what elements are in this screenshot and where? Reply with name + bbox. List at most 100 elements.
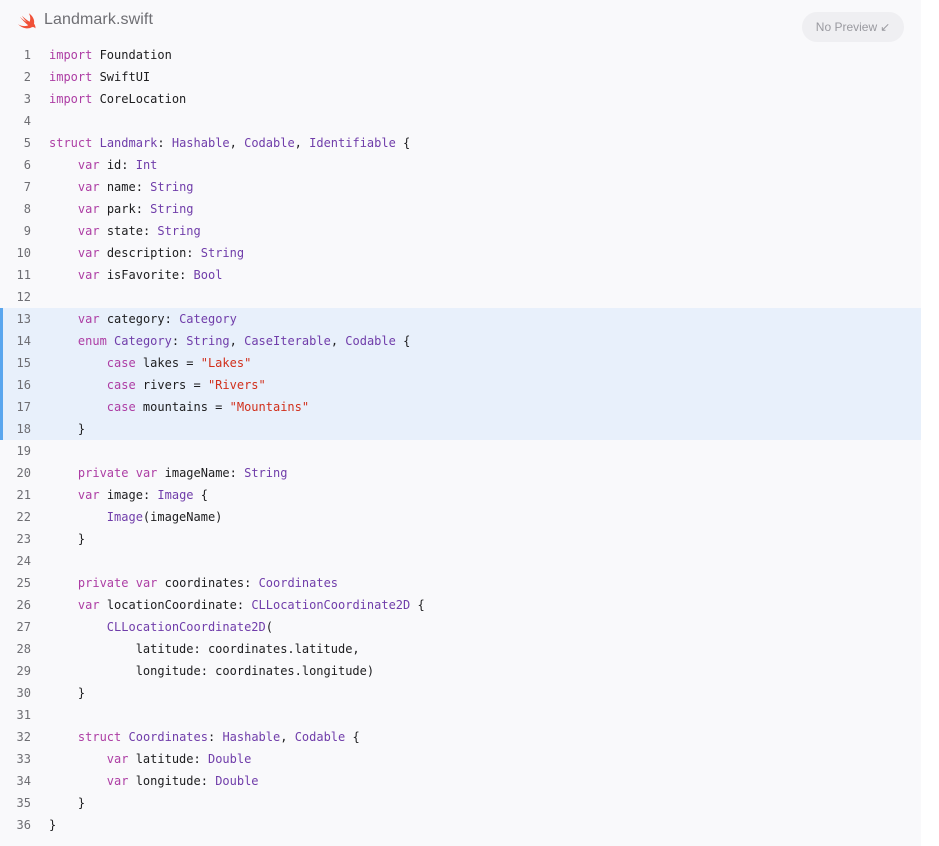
code-token: Codable: [345, 334, 396, 348]
line-number: 1: [23, 48, 31, 62]
code-token: }: [49, 818, 57, 832]
code-token: category:: [99, 312, 180, 326]
code-token: "Mountains": [229, 400, 310, 414]
file-header: Landmark.swift No Preview ↙: [0, 0, 921, 42]
code-line: 33 var latitude: Double: [0, 748, 921, 770]
code-token: CaseIterable: [244, 334, 331, 348]
code-token: park:: [99, 202, 151, 216]
code-line: 20 private var imageName: String: [0, 462, 921, 484]
code-token: Codable: [294, 730, 346, 744]
code-line: 12: [0, 286, 921, 308]
line-code: var state: String: [49, 220, 201, 242]
code-token: Int: [135, 158, 158, 172]
code-line: 11 var isFavorite: Bool: [0, 264, 921, 286]
code-line: 24: [0, 550, 921, 572]
code-line: 3 import CoreLocation: [0, 88, 921, 110]
code-token: private: [77, 466, 129, 480]
code-token: CLLocationCoordinate2D: [106, 620, 266, 634]
no-preview-button[interactable]: No Preview ↙: [802, 12, 904, 42]
line-code: var longitude: Double: [49, 770, 259, 792]
code-line: 2 import SwiftUI: [0, 66, 921, 88]
code-token: var: [106, 752, 129, 766]
code-token: SwiftUI: [92, 70, 151, 84]
line-number: 21: [16, 488, 31, 502]
line-code: import Foundation: [49, 44, 172, 66]
code-token: import: [49, 70, 93, 84]
line-code: var park: String: [49, 198, 194, 220]
line-number: 35: [16, 796, 31, 810]
line-number: 2: [23, 70, 31, 84]
line-number: 24: [16, 554, 31, 568]
line-code: CLLocationCoordinate2D(: [49, 616, 273, 638]
arrow-down-left-icon: ↙: [880, 20, 891, 34]
file-name: Landmark.swift: [44, 11, 153, 28]
line-number: 26: [16, 598, 31, 612]
line-code: var id: Int: [49, 154, 158, 176]
line-code: latitude: coordinates.latitude,: [49, 638, 360, 660]
code-token: name:: [99, 180, 151, 194]
code-line: 21 var image: Image {: [0, 484, 921, 506]
code-token: var: [77, 202, 100, 216]
code-token: String: [200, 246, 245, 260]
line-code: var name: String: [49, 176, 194, 198]
code-token: (: [265, 620, 273, 634]
code-line: 4: [0, 110, 921, 132]
code-line: 31: [0, 704, 921, 726]
code-token: Identifiable: [309, 136, 396, 150]
code-token: Category: [114, 334, 172, 348]
code-token: latitude:: [128, 752, 208, 766]
line-number: 12: [16, 290, 31, 304]
code-token: Image: [106, 510, 143, 524]
line-number: 20: [16, 466, 31, 480]
code-token: state:: [99, 224, 158, 238]
line-number: 28: [16, 642, 31, 656]
code-token: var: [135, 466, 158, 480]
code-line: 15 case lakes = "Lakes": [0, 352, 921, 374]
code-token: case: [106, 356, 136, 370]
code-line: 9 var state: String: [0, 220, 921, 242]
swift-logo-icon: [18, 13, 36, 29]
code-token: String: [150, 202, 194, 216]
code-token: var: [77, 268, 100, 282]
code-token: {: [193, 488, 208, 502]
code-token: Bool: [193, 268, 223, 282]
code-token: CLLocationCoordinate2D: [251, 598, 411, 612]
code-token: ,: [330, 334, 346, 348]
code-token: ,: [229, 334, 245, 348]
code-token: Image: [157, 488, 194, 502]
line-code: case lakes = "Lakes": [49, 352, 252, 374]
code-token: isFavorite:: [99, 268, 194, 282]
line-number: 36: [16, 818, 31, 832]
code-token: (imageName): [142, 510, 223, 524]
code-token: {: [345, 730, 360, 744]
code-listing-panel: Landmark.swift No Preview ↙ 1 import Foun…: [0, 0, 921, 846]
code-token: coordinates:: [157, 576, 259, 590]
line-code: case mountains = "Mountains": [49, 396, 309, 418]
line-code: var category: Category: [49, 308, 237, 330]
code-token: Landmark: [99, 136, 158, 150]
line-number: 30: [16, 686, 31, 700]
code-line: 28 latitude: coordinates.latitude,: [0, 638, 921, 660]
line-number: 8: [23, 202, 31, 216]
line-number: 13: [16, 312, 31, 326]
line-code: enum Category: String, CaseIterable, Cod…: [49, 330, 410, 352]
code-token: description:: [99, 246, 201, 260]
code-token: imageName:: [157, 466, 245, 480]
line-number: 29: [16, 664, 31, 678]
line-number: 18: [16, 422, 31, 436]
code-line: 13 var category: Category: [0, 308, 921, 330]
line-number: 5: [23, 136, 31, 150]
line-number: 25: [16, 576, 31, 590]
code-token: ,: [294, 136, 310, 150]
line-number: 4: [23, 114, 31, 128]
line-number: 31: [16, 708, 31, 722]
code-token: Category: [179, 312, 237, 326]
